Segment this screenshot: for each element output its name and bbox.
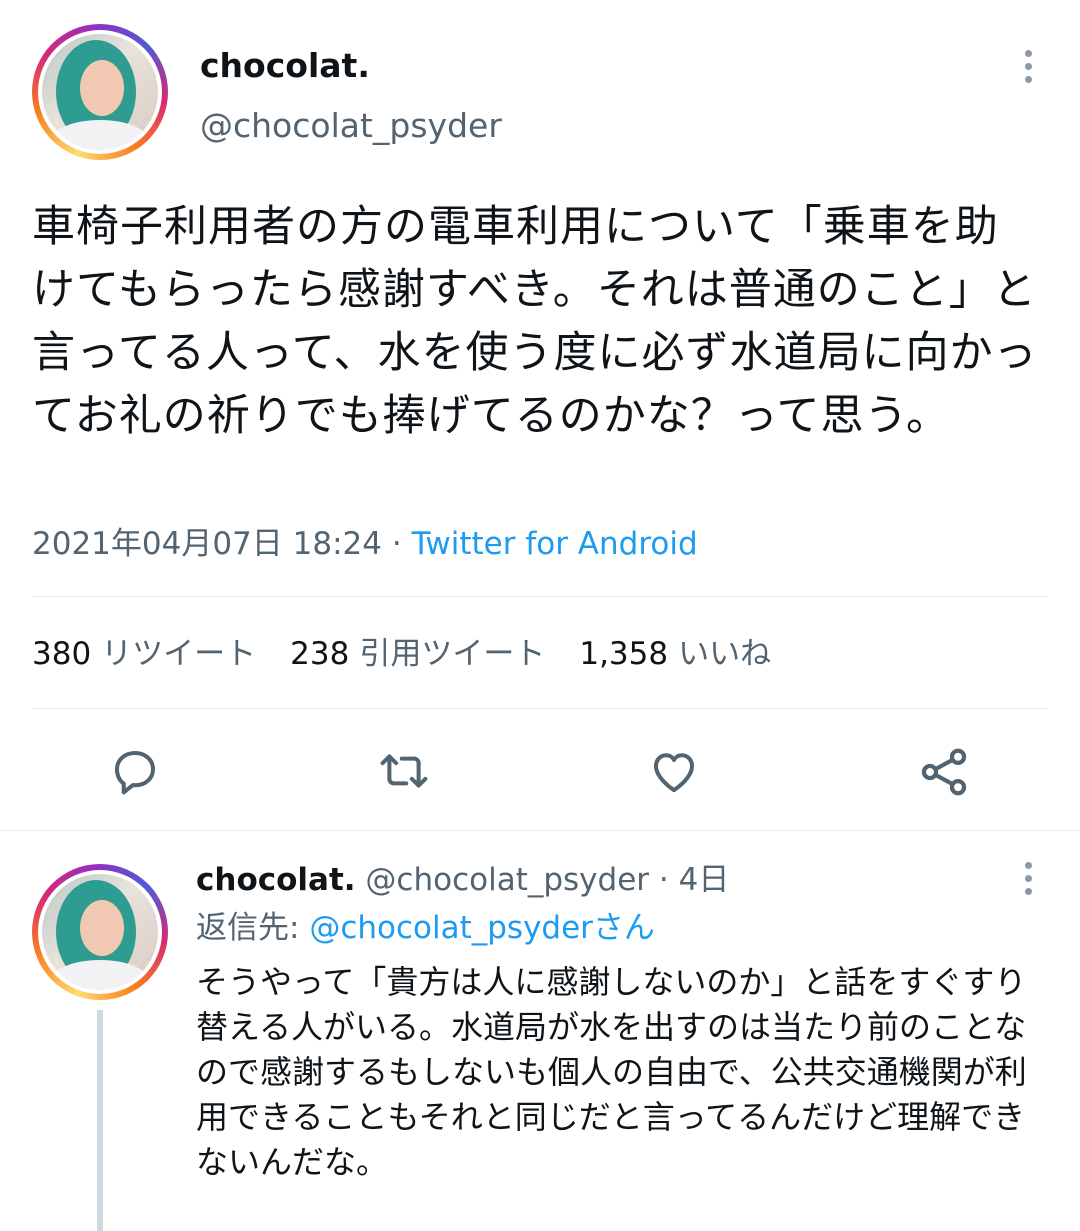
reply-handle[interactable]: @chocolat_psyder — [365, 862, 649, 898]
reply-more-options-icon[interactable] — [1025, 862, 1033, 901]
share-icon — [921, 748, 967, 796]
avatar[interactable] — [32, 24, 168, 160]
divider — [0, 830, 1080, 831]
display-name[interactable]: chocolat. — [200, 44, 370, 88]
divider — [32, 708, 1048, 709]
reply-display-name[interactable]: chocolat. — [196, 862, 356, 898]
reply-to-label: 返信先: — [196, 910, 300, 946]
stat-retweets[interactable]: 380 リツイート — [32, 632, 256, 676]
tweet-date: 2021年04月07日 18:24 — [32, 526, 382, 562]
tweet-meta: 2021年04月07日 18:24 · Twitter for Android — [32, 522, 698, 566]
retweet-button[interactable] — [376, 744, 432, 798]
stat-quote-tweets[interactable]: 238 引用ツイート — [290, 632, 545, 676]
more-options-icon[interactable] — [1025, 50, 1033, 89]
reply-separator: · — [658, 862, 669, 898]
tweet-text: 車椅子利用者の方の電車利用について「乗車を助けてもらったら感謝すべき。それは普通… — [32, 202, 1038, 441]
handle[interactable]: @chocolat_psyder — [200, 104, 502, 148]
reply-time[interactable]: 4日 — [679, 862, 730, 898]
reply-to-handle-link[interactable]: @chocolat_psyderさん — [309, 910, 655, 946]
thread-line — [97, 1010, 103, 1231]
reply-header: chocolat. @chocolat_psyder · 4日 — [196, 858, 729, 902]
share-button[interactable] — [916, 744, 972, 800]
tweet-stats: 380 リツイート 238 引用ツイート 1,358 いいね — [32, 632, 771, 676]
tweet-source-link[interactable]: Twitter for Android — [412, 526, 698, 562]
reply-button[interactable] — [108, 744, 162, 798]
reply-text: そうやって「貴方は人に感謝しないのか」と話をすぐすり替える人がいる。水道局が水を… — [196, 963, 1027, 1181]
reply-icon — [114, 750, 156, 795]
heart-icon — [653, 753, 695, 793]
reply-avatar[interactable] — [32, 864, 168, 1000]
divider — [32, 596, 1048, 597]
retweet-icon — [380, 754, 428, 788]
stat-likes[interactable]: 1,358 いいね — [579, 632, 771, 676]
like-button[interactable] — [647, 744, 701, 798]
reply-to: 返信先: @chocolat_psyderさん — [196, 906, 655, 950]
meta-separator: · — [391, 526, 402, 562]
